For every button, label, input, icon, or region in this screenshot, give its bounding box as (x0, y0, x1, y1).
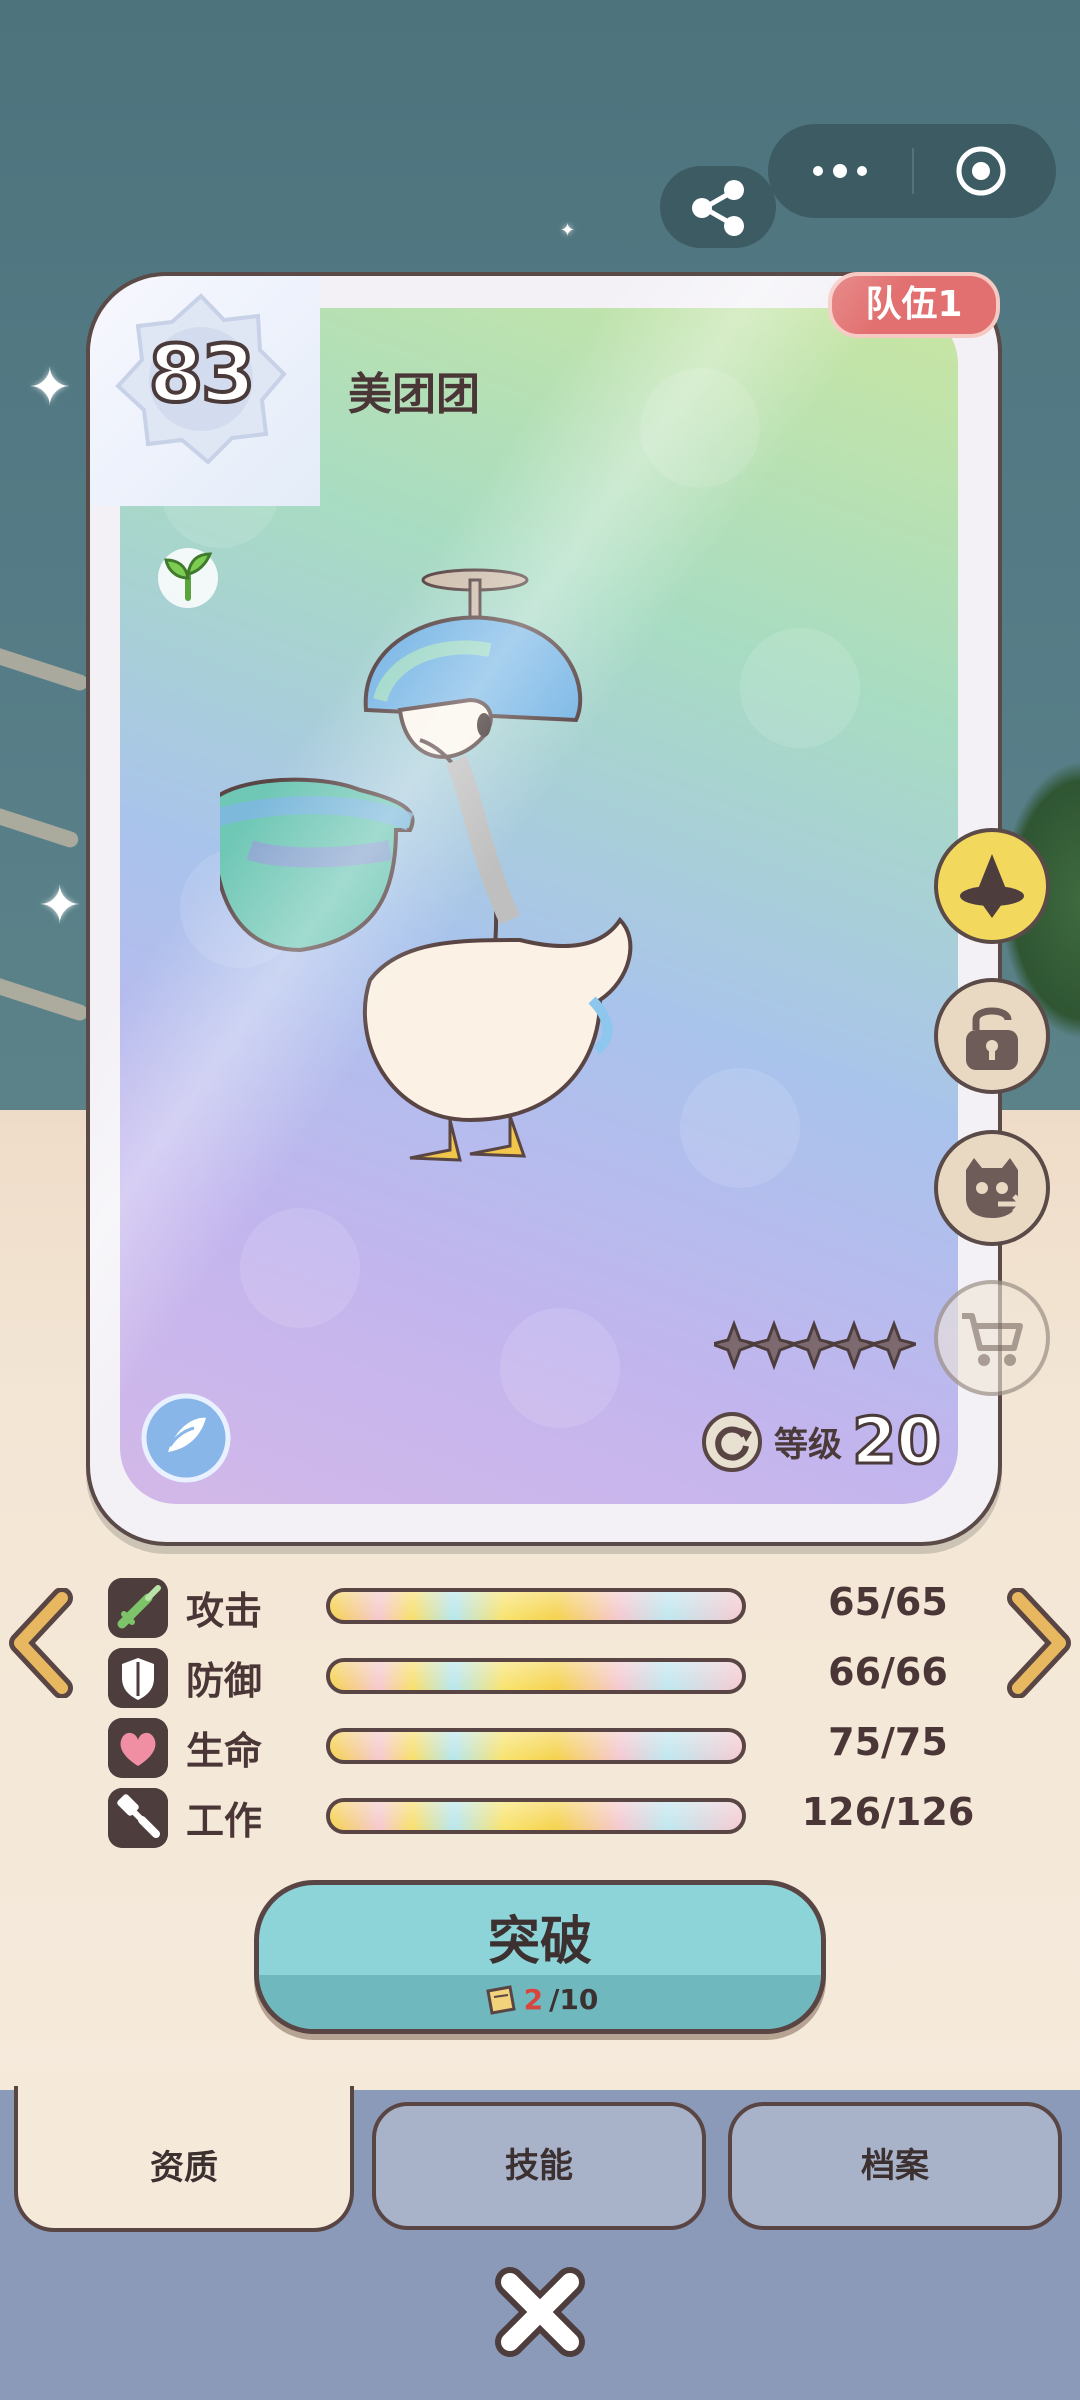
cost-total: /10 (549, 1982, 599, 2016)
heart-icon (108, 1718, 168, 1778)
shop-button[interactable] (934, 1280, 1050, 1396)
breakthrough-cost: 2/10 (259, 1981, 821, 2017)
grade-value: 20 (850, 1405, 942, 1479)
stat-row-health: 生命 75/75 (108, 1716, 968, 1780)
star-rank-icon (714, 1319, 916, 1371)
stat-bar-fill (330, 1732, 742, 1760)
stat-value: 66/66 (828, 1650, 948, 1694)
tab-aptitude-label: 资质 (150, 2148, 218, 2188)
stat-bar (326, 1588, 746, 1624)
grade-label: 等级 (774, 1425, 842, 1465)
stat-row-work: 工作 126/126 (108, 1786, 974, 1850)
stat-bar (326, 1798, 746, 1834)
equip-hat-button[interactable] (934, 828, 1050, 944)
capsule-divider (912, 148, 914, 194)
witch-hat-icon (960, 854, 1024, 918)
stat-bar-fill (330, 1592, 742, 1620)
wing-element-icon (141, 1393, 231, 1483)
stat-value: 65/65 (828, 1580, 948, 1624)
stat-row-attack: 攻击 65/65 (108, 1576, 968, 1640)
previous-arrow-icon[interactable] (6, 1588, 76, 1698)
tab-archive[interactable]: 档案 (728, 2102, 1062, 2230)
miniprogram-capsule (768, 124, 1056, 218)
stat-label: 攻击 (186, 1589, 263, 1633)
character-name: 美团团 (348, 369, 480, 420)
grade-line: 等级 20 (700, 1398, 943, 1479)
pelican-character-image (220, 568, 633, 1162)
stat-label: 生命 (186, 1729, 263, 1773)
shield-icon (108, 1648, 168, 1708)
share-icon (692, 180, 744, 236)
unlock-icon (966, 1007, 1018, 1070)
stat-bar (326, 1728, 746, 1764)
lock-button[interactable] (934, 978, 1050, 1094)
share-button[interactable] (660, 166, 776, 248)
more-icon[interactable] (804, 158, 876, 184)
stat-row-defense: 防御 66/66 (108, 1646, 968, 1710)
sparkle-icon: ✦ (28, 358, 72, 418)
cost-have: 2 (523, 1982, 544, 2016)
close-icon[interactable] (490, 2262, 590, 2362)
hammer-icon (108, 1788, 168, 1848)
cart-icon (962, 1313, 1023, 1366)
stat-value: 75/75 (828, 1720, 948, 1764)
cat-transfer-icon (966, 1158, 1029, 1218)
sparkle-icon: ✦ (560, 220, 576, 241)
close-miniprogram-icon[interactable] (954, 144, 1008, 198)
sprout-icon (158, 548, 218, 608)
stat-bar-fill (330, 1802, 742, 1830)
sword-icon (108, 1578, 168, 1638)
stat-value: 126/126 (801, 1790, 975, 1834)
breakthrough-button[interactable]: 突破 2/10 (254, 1880, 826, 2034)
breakthrough-label: 突破 (487, 1912, 592, 1972)
stat-label: 防御 (186, 1659, 263, 1703)
tab-skills[interactable]: 技能 (372, 2102, 706, 2230)
transfer-button[interactable] (934, 1130, 1050, 1246)
card-level: 83 (147, 328, 258, 422)
sparkle-icon: ✦ (38, 876, 82, 936)
refresh-icon[interactable] (700, 1410, 764, 1474)
stat-bar-fill (330, 1662, 742, 1690)
stat-label: 工作 (186, 1799, 263, 1843)
team-badge: 队伍1 (828, 272, 1000, 338)
ticket-icon (485, 1985, 516, 2015)
stat-bar (326, 1658, 746, 1694)
